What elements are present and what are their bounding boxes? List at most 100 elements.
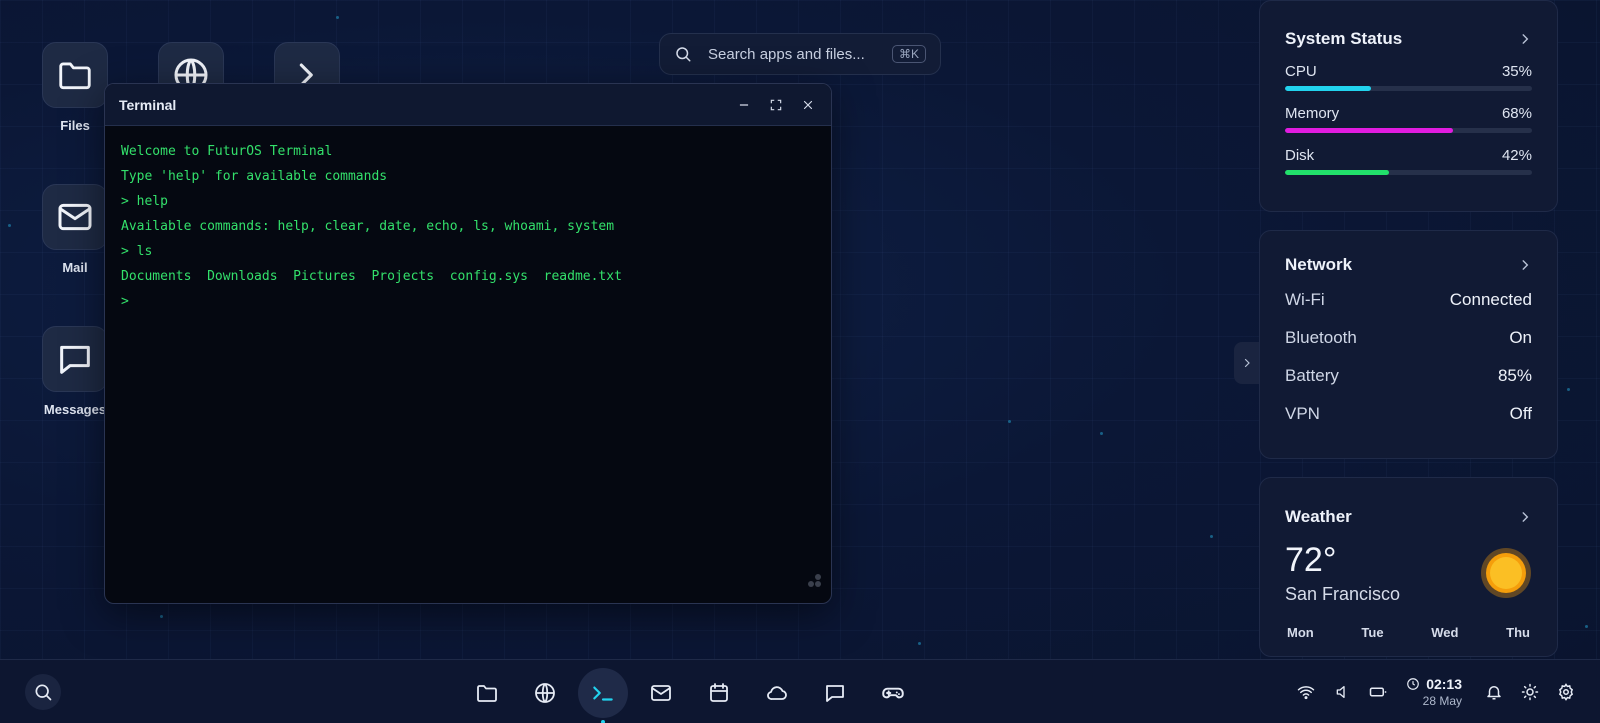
calendar-icon [710,683,728,702]
folder-icon [477,685,497,702]
progress-fill [1285,128,1453,133]
panel-collapse-button[interactable] [1234,342,1260,384]
close-icon [803,100,813,109]
system-tray: 02:13 28 May [1288,660,1600,723]
clock-time: 02:13 [1426,676,1462,692]
shortcut-badge: ⌘K [891,45,926,63]
terminal-line: > ls [121,244,153,259]
forecast-day: Thu [1506,625,1530,640]
folder-icon [42,42,108,108]
dock-games[interactable] [868,668,918,718]
terminal-line: Documents Downloads Pictures Projects co… [121,269,622,284]
taskbar-search-button[interactable] [25,674,61,710]
forecast-day: Mon [1287,625,1314,640]
star-dot [1210,535,1213,538]
stat-value: 68% [1501,105,1532,122]
desktop-icon-label: Messages [43,402,107,417]
card-title: System Status [1285,29,1403,48]
star-dot [1100,432,1103,435]
search-placeholder: Search apps and files... [708,45,865,63]
minimize-button[interactable] [735,96,753,114]
wifi-button[interactable] [1288,683,1324,701]
star-dot [160,615,163,618]
volume-icon [1336,686,1345,698]
chevron-right-icon[interactable] [1518,510,1532,524]
wifi-icon [1297,686,1315,700]
terminal-window[interactable]: Terminal Welcome to FuturOS Terminal Typ… [104,83,832,604]
stat-label: CPU [1285,63,1317,80]
row-value: Connected [1449,290,1532,309]
city-name: San Francisco [1285,584,1401,604]
row-label: VPN [1285,404,1320,423]
star-dot [918,642,921,645]
stat-cpu: CPU 35% [1285,63,1532,91]
maximize-icon [770,99,782,110]
network-card: Network Wi-Fi Connected Bluetooth On Batte… [1259,230,1558,459]
battery-icon [1369,687,1387,697]
dock-browser[interactable] [520,668,570,718]
dock-terminal[interactable] [578,668,628,723]
dock-mail[interactable] [636,668,686,718]
desktop-icon-messages[interactable]: Messages [42,326,108,417]
terminal-line: Welcome to FuturOS Terminal [121,144,333,159]
settings-button[interactable] [1548,683,1584,701]
dock-cloud[interactable] [752,668,802,718]
stat-label: Disk [1285,147,1315,164]
sun-icon [1481,548,1531,598]
dock-files[interactable] [462,668,512,718]
clock[interactable]: 02:13 28 May [1406,676,1462,708]
globe-icon [535,683,555,703]
forecast-day: Wed [1431,625,1459,640]
progress-bar [1285,128,1532,133]
sun-icon [1521,683,1539,701]
gear-icon [1558,683,1574,701]
clock-icon [1407,678,1420,690]
search-bar[interactable]: Search apps and files... ⌘K [659,33,941,75]
chevron-right-icon [1244,358,1250,368]
close-button[interactable] [799,96,817,114]
network-row-vpn[interactable]: VPN Off [1285,395,1532,433]
row-value: On [1509,328,1532,347]
network-row-battery[interactable]: Battery 85% [1285,357,1532,395]
terminal-prompt[interactable]: > [121,292,815,317]
terminal-icon [593,686,613,701]
progress-fill [1285,170,1389,175]
star-dot [8,224,11,227]
terminal-line: Type 'help' for available commands [121,169,388,184]
terminal-titlebar[interactable]: Terminal [105,84,831,126]
clock-date: 28 May [1422,694,1462,708]
desktop-icon-files[interactable]: Files [42,42,108,133]
dock-calendar[interactable] [694,668,744,718]
terminal-line: > help [121,194,168,209]
theme-toggle-button[interactable] [1512,683,1548,701]
stat-label: Memory [1285,105,1340,122]
network-row-bluetooth[interactable]: Bluetooth On [1285,319,1532,357]
star-dot [336,16,339,19]
battery-button[interactable] [1360,683,1396,701]
desktop-icon-mail[interactable]: Mail [42,184,108,275]
stat-disk: Disk 42% [1285,147,1532,175]
chevron-right-icon[interactable] [1518,32,1532,46]
network-row-wifi[interactable]: Wi-Fi Connected [1285,281,1532,319]
row-label: Battery [1285,366,1339,385]
resize-handle-icon[interactable] [805,572,823,595]
taskbar: 02:13 28 May [0,659,1600,723]
progress-bar [1285,86,1532,91]
chevron-right-icon[interactable] [1518,258,1532,272]
volume-button[interactable] [1324,684,1360,700]
progress-bar [1285,170,1532,175]
maximize-button[interactable] [767,96,785,114]
minimize-icon [739,103,749,106]
card-title: Network [1285,255,1353,274]
star-dot [1008,420,1011,423]
cloud-icon [767,686,787,700]
dock [462,668,918,723]
terminal-output[interactable]: Welcome to FuturOS Terminal Type 'help' … [105,126,831,333]
weather-card: Weather 72° San Francisco Mon Tue Wed Th… [1259,477,1558,657]
notifications-button[interactable] [1476,683,1512,701]
dock-messages[interactable] [810,668,860,718]
card-title: Weather [1285,507,1352,526]
system-status-card: System Status CPU 35% Memory 68% Disk 42% [1259,0,1558,212]
progress-fill [1285,86,1372,91]
mail-icon [651,685,671,701]
